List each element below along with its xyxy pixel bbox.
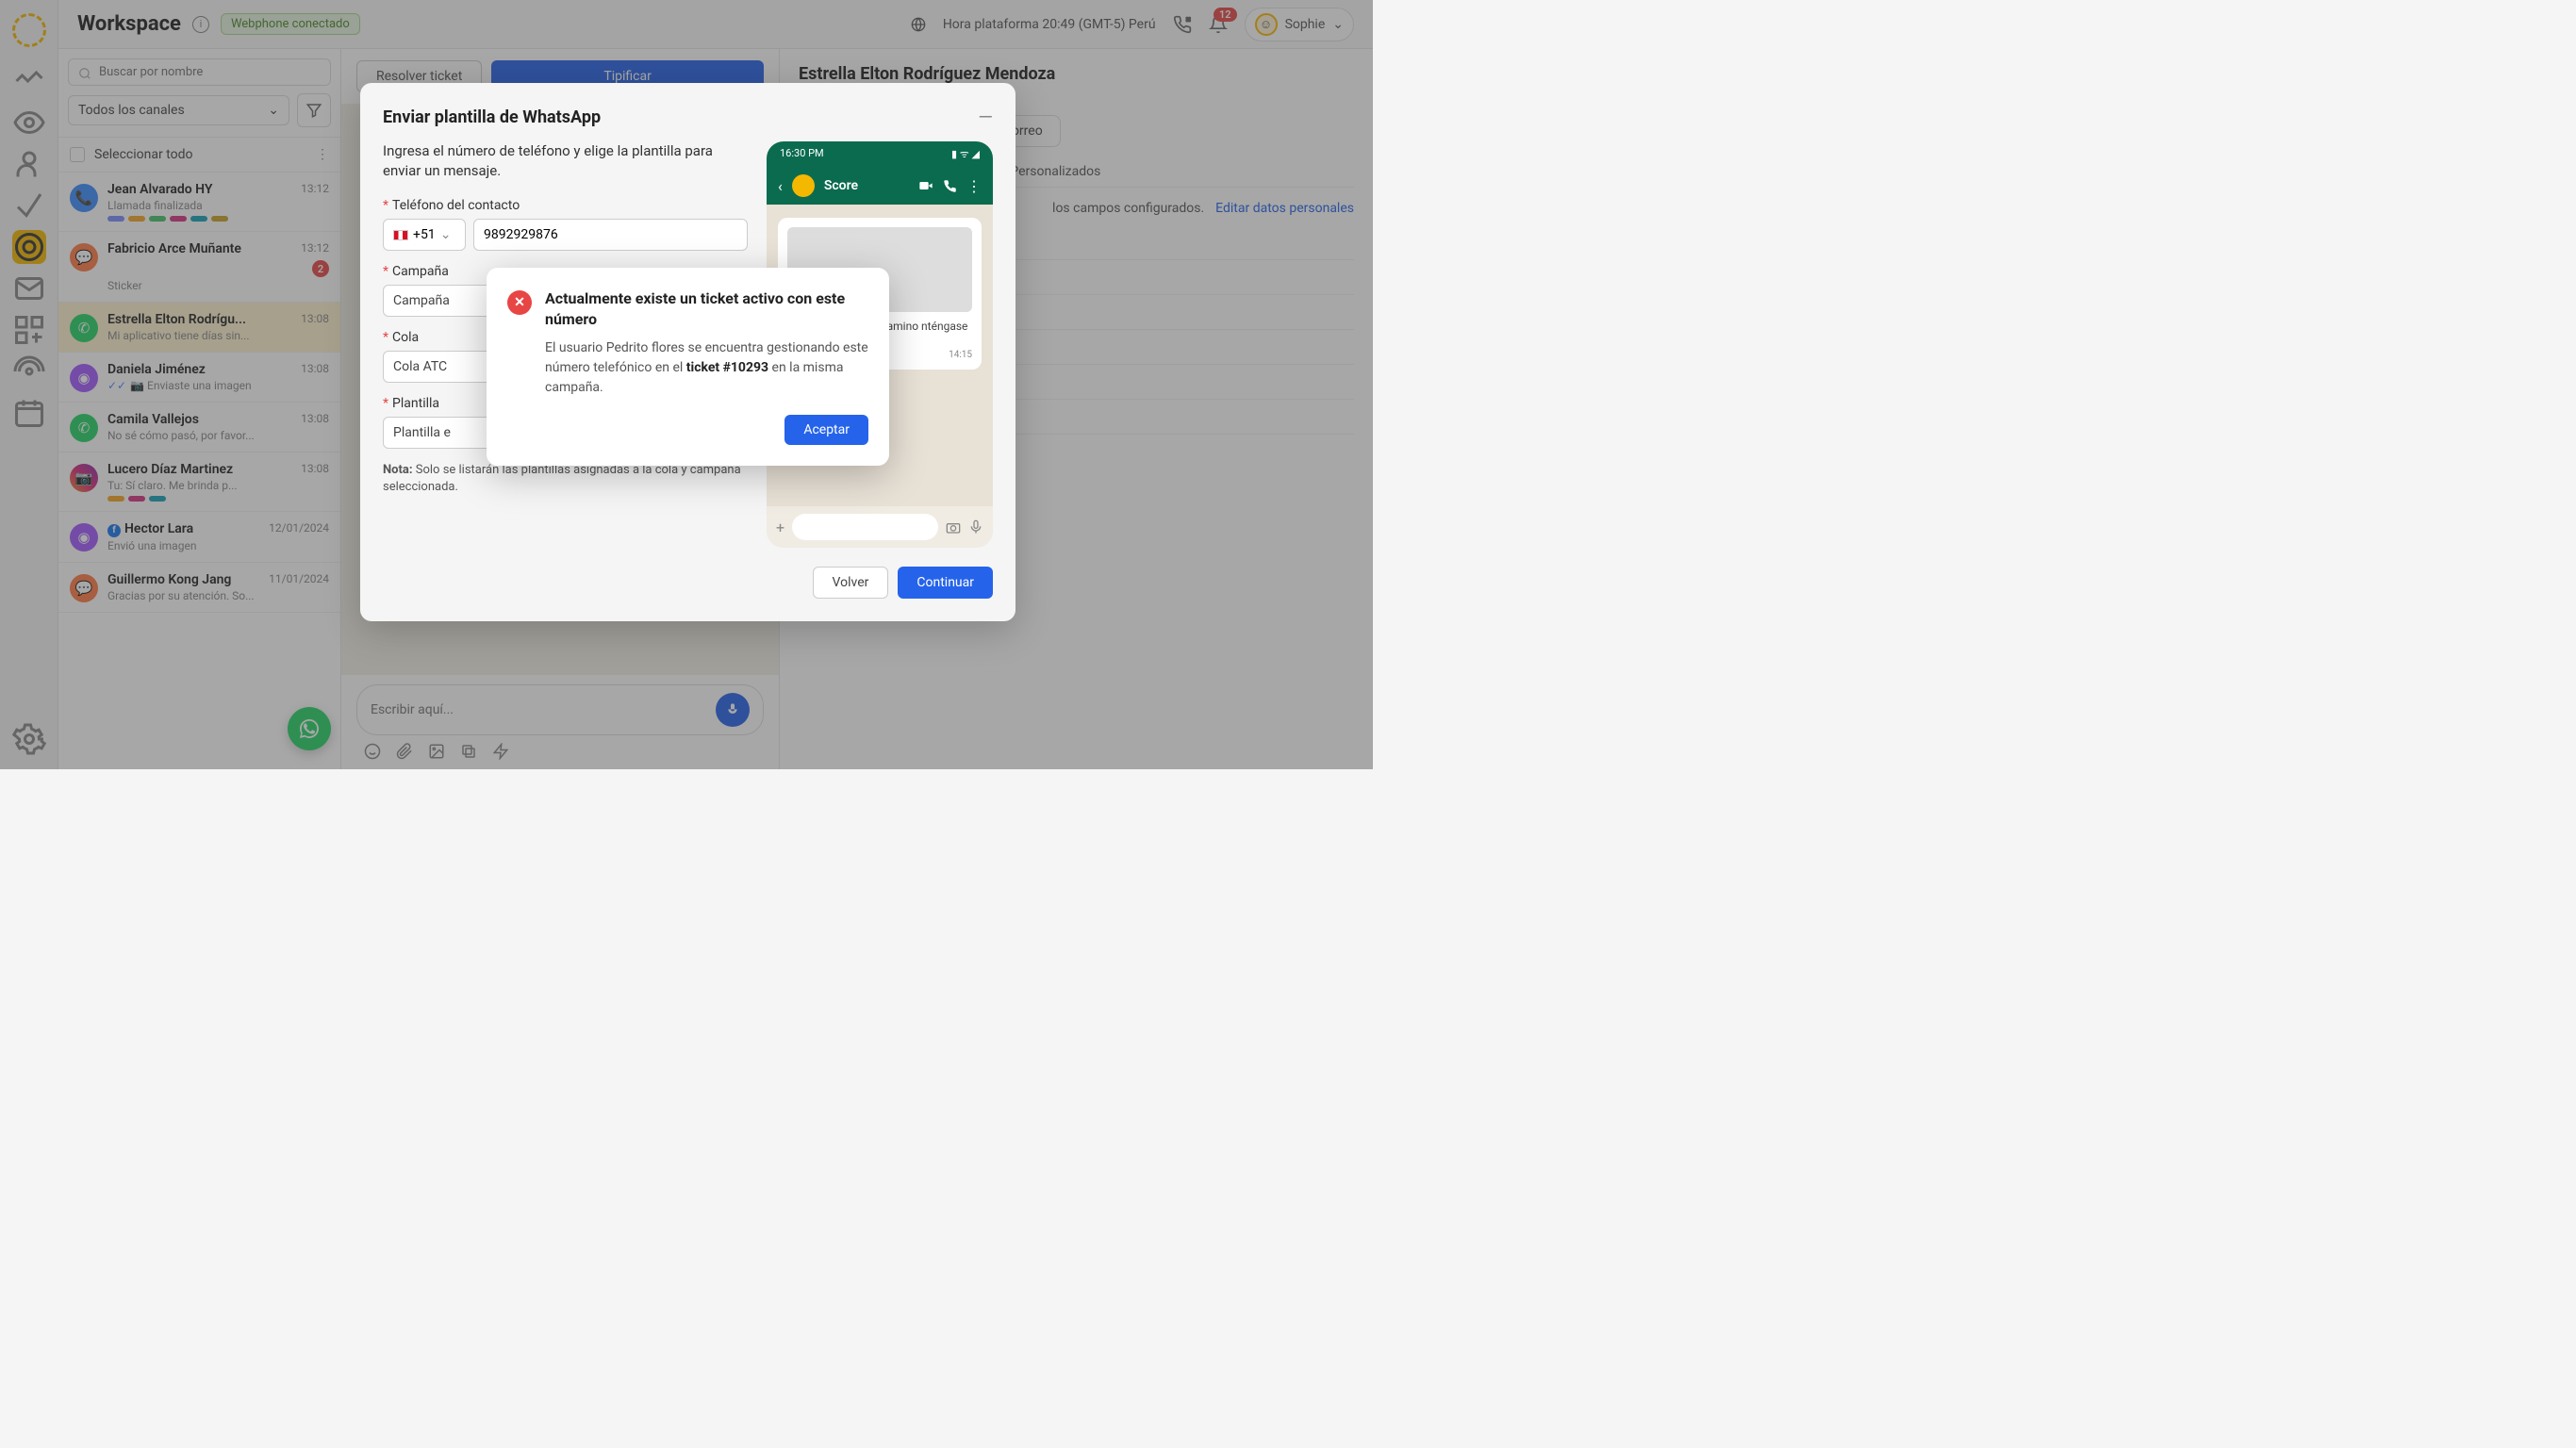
form-note: Nota: Solo se listarán las plantillas as… xyxy=(383,462,748,496)
accept-button[interactable]: Aceptar xyxy=(784,415,868,445)
call-icon xyxy=(943,179,957,193)
flag-peru-icon xyxy=(393,230,408,240)
modal-minimize-icon[interactable]: — xyxy=(978,106,993,128)
camera-icon xyxy=(946,519,961,535)
template-label: Plantilla xyxy=(392,396,439,411)
more-icon: ⋮ xyxy=(966,177,982,195)
campaign-label: Campaña xyxy=(392,264,449,279)
active-ticket-alert-modal: ✕ Actualmente existe un ticket activo co… xyxy=(487,268,889,466)
queue-label: Cola xyxy=(392,330,419,345)
modal-intro: Ingresa el número de teléfono y elige la… xyxy=(383,141,748,181)
continue-button[interactable]: Continuar xyxy=(898,567,993,599)
error-icon: ✕ xyxy=(507,290,532,315)
back-icon: ‹ xyxy=(778,177,783,195)
phone-input[interactable] xyxy=(473,219,748,251)
country-code-select[interactable]: +51⌄ xyxy=(383,219,466,251)
modal-title: Enviar plantilla de WhatsApp xyxy=(383,107,601,127)
phone-label: Teléfono del contacto xyxy=(392,198,520,213)
plus-icon: + xyxy=(776,518,784,536)
alert-title: Actualmente existe un ticket activo con … xyxy=(545,288,868,329)
mic-icon xyxy=(968,519,983,535)
back-button[interactable]: Volver xyxy=(813,567,889,599)
video-icon xyxy=(918,178,933,193)
alert-text: El usuario Pedrito flores se encuentra g… xyxy=(545,338,868,398)
